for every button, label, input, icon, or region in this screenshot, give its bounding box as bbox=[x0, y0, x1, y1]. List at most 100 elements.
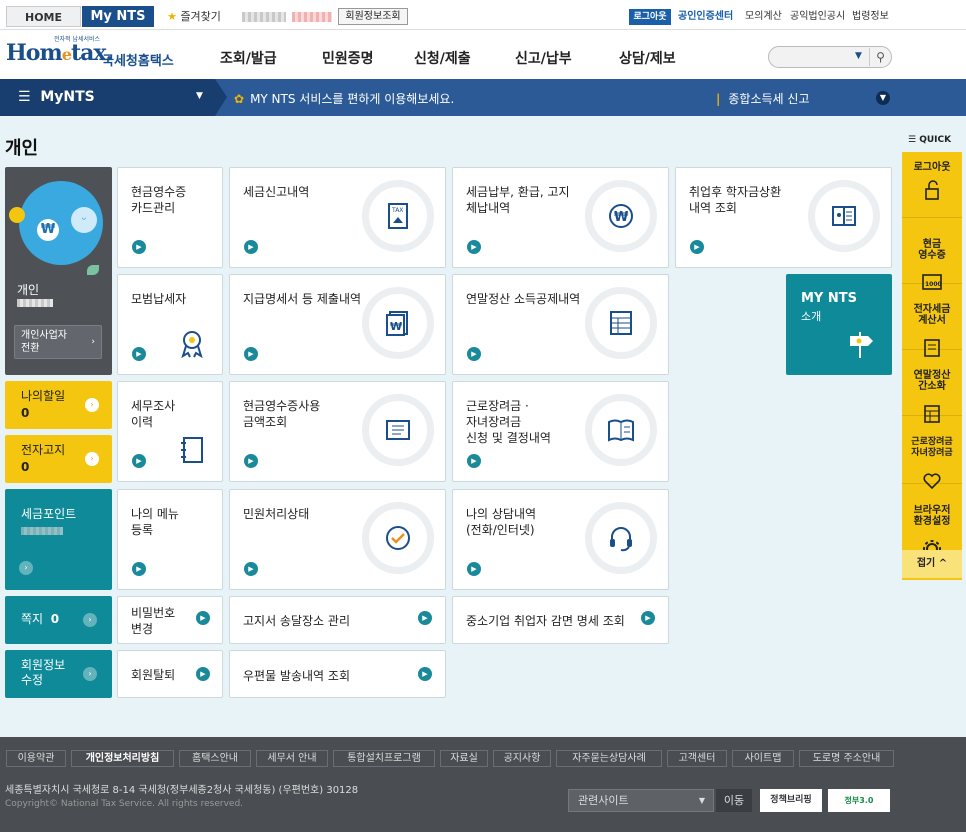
quick-logout[interactable]: 로그아웃 bbox=[902, 152, 962, 218]
quick-year-end[interactable]: 연말정산 간소화 bbox=[902, 350, 962, 423]
nav-apply[interactable]: 신청/제출 bbox=[414, 48, 471, 68]
flower-icon: ✿ bbox=[234, 92, 245, 106]
footer-sitemap[interactable]: 사이트맵 bbox=[732, 750, 794, 767]
quick-fold-button[interactable]: 접기 ^ bbox=[902, 550, 962, 578]
cash-receipt-card-tile[interactable]: 현금영수증 카드관리 ▶ bbox=[117, 167, 223, 268]
chevron-right-icon: ▶ bbox=[690, 240, 704, 254]
footer-notice[interactable]: 공지사항 bbox=[493, 750, 551, 767]
earned-income-tile[interactable]: 근로장려금 · 자녀장려금 신청 및 결정내역 ▶ bbox=[452, 381, 669, 482]
member-info-button[interactable]: 회원정보조회 bbox=[338, 8, 408, 25]
footer-terms[interactable]: 이용약관 bbox=[6, 750, 66, 767]
spreadsheet-icon bbox=[585, 287, 657, 359]
caret-down-icon[interactable]: ▼ bbox=[855, 51, 862, 61]
chevron-right-icon: ▶ bbox=[132, 347, 146, 361]
tax-point-tile[interactable]: 세금포인트 › bbox=[5, 489, 112, 590]
svg-text:₩: ₩ bbox=[614, 210, 629, 225]
nav-certificate[interactable]: 민원증명 bbox=[322, 48, 374, 68]
search-input[interactable]: ▼ ⚲ bbox=[768, 46, 892, 68]
policy-briefing-link[interactable]: 정책브리핑 bbox=[760, 789, 822, 812]
footer-customer-center[interactable]: 고객센터 bbox=[667, 750, 727, 767]
ebill-tile[interactable]: 전자고지 0 › bbox=[5, 435, 112, 483]
chevron-right-icon: ▶ bbox=[132, 454, 146, 468]
chevron-right-icon: ▶ bbox=[467, 454, 481, 468]
mynts-tab[interactable]: My NTS bbox=[82, 6, 154, 27]
cash-usage-tile[interactable]: 현금영수증사용 금액조회 ▶ bbox=[229, 381, 446, 482]
masked-name bbox=[17, 299, 53, 307]
footer-hometax-guide[interactable]: 홈택스안내 bbox=[179, 750, 251, 767]
cert-center-link[interactable]: 공인인증센터 bbox=[678, 9, 733, 25]
mynts-intro-tile[interactable]: MY NTS 소개 bbox=[786, 274, 892, 375]
footer-tax-office[interactable]: 세무서 안내 bbox=[256, 750, 328, 767]
footer-road-address[interactable]: 도로명 주소안내 bbox=[799, 750, 894, 767]
masked-points bbox=[21, 527, 63, 535]
mock-calc-link[interactable]: 모의계산 bbox=[745, 9, 782, 25]
tax-document-icon: TAX bbox=[362, 180, 434, 252]
chevron-right-icon: ▶ bbox=[244, 562, 258, 576]
footer-privacy[interactable]: 개인정보처리방침 bbox=[71, 750, 174, 767]
home-tab[interactable]: HOME bbox=[6, 6, 81, 27]
logout-button[interactable]: 로그아웃 bbox=[629, 9, 671, 25]
star-icon: ★ bbox=[167, 10, 177, 23]
chevron-right-icon: ▶ bbox=[132, 240, 146, 254]
related-sites-select[interactable]: 관련사이트 ▼ bbox=[568, 789, 714, 812]
nav-report-pay[interactable]: 신고/납부 bbox=[515, 48, 572, 68]
memo-tile[interactable]: 쪽지 0 › bbox=[5, 596, 112, 644]
nav-consult[interactable]: 상담/제보 bbox=[619, 48, 676, 68]
won-document-icon: ₩ bbox=[362, 287, 434, 359]
masked-user-name bbox=[242, 12, 286, 22]
tax-audit-tile[interactable]: 세무조사 이력 ▶ bbox=[117, 381, 223, 482]
unlock-icon bbox=[925, 180, 939, 200]
notice-address-tile[interactable]: 고지서 송달장소 관리 ▶ bbox=[229, 596, 446, 644]
chevron-right-icon: › bbox=[83, 667, 97, 681]
quick-title: ☰ QUICK bbox=[908, 135, 952, 145]
quick-browser-settings[interactable]: 브라우저 환경설정 bbox=[902, 484, 962, 558]
footer-install[interactable]: 통합설치프로그램 bbox=[333, 750, 435, 767]
petition-status-tile[interactable]: 민원처리상태 ▶ bbox=[229, 489, 446, 590]
footer-library[interactable]: 자료실 bbox=[440, 750, 488, 767]
switch-business-button[interactable]: 개인사업자 전환 › bbox=[14, 325, 102, 359]
student-loan-tile[interactable]: 취업후 학자금상환 내역 조회 ▶ bbox=[675, 167, 892, 268]
search-icon[interactable]: ⚲ bbox=[869, 48, 891, 66]
favorites-link[interactable]: ★ 즐겨찾기 bbox=[160, 6, 228, 27]
move-button[interactable]: 이동 bbox=[716, 789, 752, 812]
footer-copyright: Copyright© National Tax Service. All rig… bbox=[5, 799, 244, 809]
sme-reduction-tile[interactable]: 중소기업 취업자 감면 명세 조회 ▶ bbox=[452, 596, 669, 644]
my-menu-tile[interactable]: 나의 메뉴 등록 ▶ bbox=[117, 489, 223, 590]
footer-faq[interactable]: 자주묻는상담사례 bbox=[556, 750, 662, 767]
quick-earned-income[interactable]: 근로장려금 자녀장려금 bbox=[902, 416, 962, 490]
corp-notice-link[interactable]: 공익법인공시 bbox=[790, 9, 845, 25]
gov30-badge[interactable]: 정부3.0 bbox=[828, 789, 890, 812]
masked-user-id bbox=[292, 12, 332, 22]
mail-history-tile[interactable]: 우편물 발송내역 조회 ▶ bbox=[229, 650, 446, 698]
chevron-down-icon[interactable]: ▼ bbox=[876, 91, 890, 105]
caret-down-icon[interactable]: ▼ bbox=[196, 91, 203, 101]
chevron-right-icon: ▶ bbox=[641, 611, 655, 625]
chevron-right-icon: ▶ bbox=[244, 240, 258, 254]
my-consult-tile[interactable]: 나의 상담내역 (전화/인터넷) ▶ bbox=[452, 489, 669, 590]
won-coin-icon: ₩ bbox=[585, 180, 657, 252]
todo-tile[interactable]: 나의할일 0 › bbox=[5, 381, 112, 429]
quick-cash-receipt[interactable]: 현금 영수증 1000 bbox=[902, 218, 962, 290]
chevron-right-icon: ▶ bbox=[196, 611, 210, 625]
tax-payment-tile[interactable]: 세금납부, 환급, 고지 체납내역 ▶ ₩ bbox=[452, 167, 669, 268]
model-taxpayer-tile[interactable]: 모범납세자 ▶ bbox=[117, 274, 223, 375]
chevron-right-icon: ▶ bbox=[132, 562, 146, 576]
chevron-up-icon: ^ bbox=[938, 558, 948, 569]
chevron-right-icon: ▶ bbox=[418, 667, 432, 681]
member-edit-tile[interactable]: 회원정보 수정 › bbox=[5, 650, 112, 698]
ebill-count: 0 bbox=[21, 460, 30, 474]
caret-down-icon: ▼ bbox=[698, 796, 705, 805]
payment-statement-tile[interactable]: 지급명세서 등 제출내역 ▶ ₩ bbox=[229, 274, 446, 375]
tax-report-tile[interactable]: 세금신고내역 ▶ TAX bbox=[229, 167, 446, 268]
medal-icon bbox=[181, 331, 203, 359]
law-info-link[interactable]: 법령정보 bbox=[852, 9, 889, 25]
notice-ticker[interactable]: | 종합소득세 신고 bbox=[716, 90, 810, 107]
password-change-tile[interactable]: 비밀번호 변경 ▶ bbox=[117, 596, 223, 644]
open-book-icon bbox=[585, 394, 657, 466]
withdraw-tile[interactable]: 회원탈퇴 ▶ bbox=[117, 650, 223, 698]
quick-e-invoice[interactable]: 전자세금 계산서 bbox=[902, 284, 962, 357]
leaf-icon bbox=[87, 265, 99, 275]
hometax-logo[interactable]: 전자적 납세서비스 Hometax. 국세청홈택스 bbox=[6, 34, 176, 74]
year-end-tile[interactable]: 연말정산 소득공제내역 ▶ bbox=[452, 274, 669, 375]
nav-inquiry[interactable]: 조회/발급 bbox=[220, 48, 277, 68]
